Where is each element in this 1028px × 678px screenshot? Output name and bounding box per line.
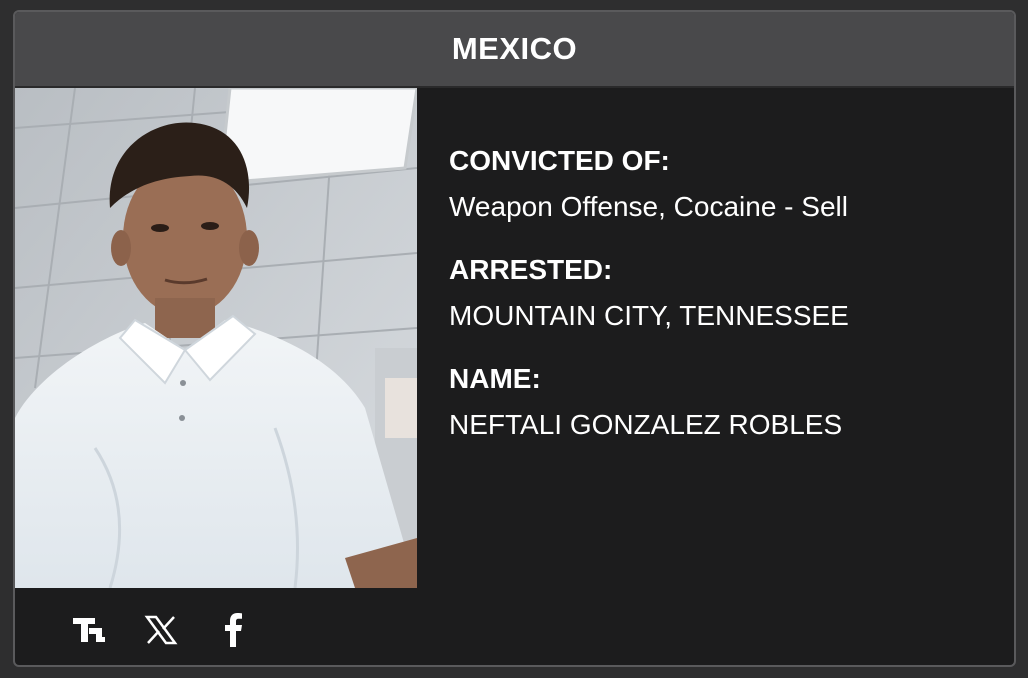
facebook-icon[interactable] bbox=[215, 612, 251, 648]
profile-card: MEXICO CONVICTED OF: Weapon Offense, Coc… bbox=[13, 10, 1016, 667]
truth-social-icon[interactable] bbox=[71, 612, 107, 648]
field-label: CONVICTED OF: bbox=[449, 145, 670, 176]
details-panel: CONVICTED OF: Weapon Offense, Cocaine - … bbox=[449, 144, 989, 471]
field-value: NEFTALI GONZALEZ ROBLES bbox=[449, 409, 843, 440]
field-name: NAME: NEFTALI GONZALEZ ROBLES bbox=[449, 362, 989, 442]
field-label: NAME: bbox=[449, 363, 541, 394]
share-bar bbox=[71, 608, 251, 652]
country-title: MEXICO bbox=[451, 31, 578, 66]
card-header: MEXICO bbox=[15, 12, 1014, 88]
field-value: Weapon Offense, Cocaine - Sell bbox=[449, 191, 848, 222]
field-convicted-of: CONVICTED OF: Weapon Offense, Cocaine - … bbox=[449, 144, 989, 224]
field-arrested: ARRESTED: MOUNTAIN CITY, TENNESSEE bbox=[449, 253, 989, 333]
field-label: ARRESTED: bbox=[449, 254, 613, 285]
mugshot-photo bbox=[15, 88, 417, 588]
field-value: MOUNTAIN CITY, TENNESSEE bbox=[449, 300, 849, 331]
x-icon[interactable] bbox=[143, 612, 179, 648]
